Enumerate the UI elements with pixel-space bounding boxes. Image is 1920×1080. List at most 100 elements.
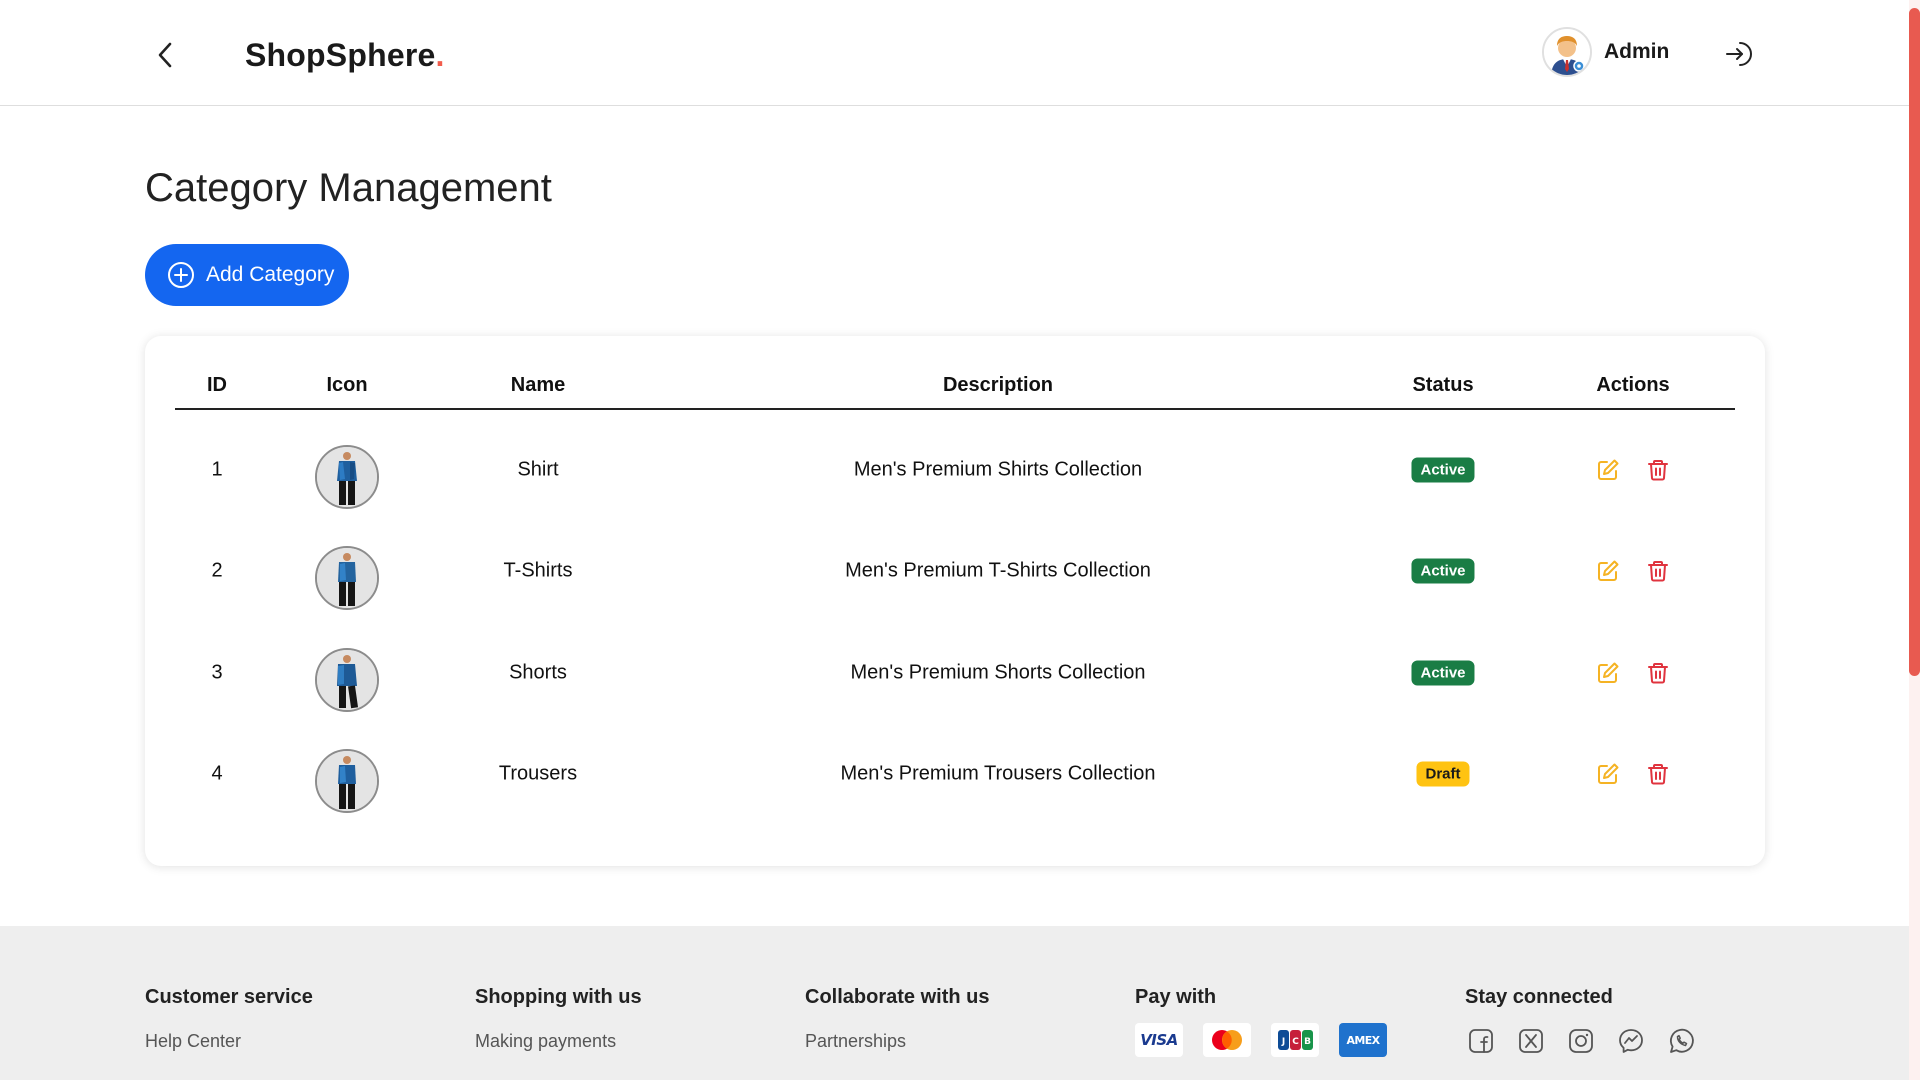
whatsapp-icon[interactable] bbox=[1665, 1025, 1697, 1057]
jcb-card-icon[interactable]: J C B bbox=[1271, 1023, 1319, 1057]
svg-text:J: J bbox=[1281, 1037, 1285, 1047]
status-badge: Draft bbox=[1416, 761, 1470, 787]
amex-label: AMEX bbox=[1346, 1033, 1380, 1047]
edit-icon bbox=[1598, 662, 1619, 683]
edit-icon bbox=[1598, 459, 1619, 480]
jcb-logo: J C B bbox=[1278, 1030, 1313, 1050]
edit-button[interactable] bbox=[1594, 760, 1622, 788]
footer: Customer service Help Center Shopping wi… bbox=[0, 926, 1909, 1080]
add-category-button[interactable]: Add Category bbox=[145, 244, 349, 306]
amex-card-icon[interactable]: AMEX bbox=[1339, 1023, 1387, 1057]
cell-id: 2 bbox=[211, 559, 223, 582]
instagram-icon[interactable] bbox=[1565, 1025, 1597, 1057]
visa-card-icon[interactable]: VISA bbox=[1135, 1023, 1183, 1057]
payment-methods: VISA J C B AMEX bbox=[1135, 1023, 1387, 1057]
cell-id: 4 bbox=[211, 762, 223, 785]
shorts-model-image bbox=[317, 650, 377, 710]
status-badge: Active bbox=[1411, 457, 1475, 483]
plus-circle-icon bbox=[168, 262, 194, 288]
header-actions: Actions bbox=[1596, 374, 1670, 396]
header-icon: Icon bbox=[326, 374, 368, 396]
footer-collaborate: Collaborate with us Partnerships bbox=[805, 986, 989, 1052]
table-row: 2 T-Shirts Men's Premium T-Shirts Collec… bbox=[175, 521, 1735, 621]
edit-button[interactable] bbox=[1594, 557, 1622, 585]
mastercard-logo bbox=[1212, 1030, 1242, 1050]
trousers-model-image bbox=[317, 751, 377, 811]
footer-heading: Collaborate with us bbox=[805, 986, 990, 1008]
top-header: ShopSphere. Admin bbox=[0, 0, 1909, 106]
logout-icon bbox=[1726, 42, 1752, 66]
footer-stay-connected: Stay connected bbox=[1465, 986, 1697, 1057]
chevron-left-icon bbox=[158, 42, 172, 68]
cell-id: 3 bbox=[211, 661, 223, 684]
cell-description: Men's Premium Shorts Collection bbox=[850, 661, 1146, 684]
header-id: ID bbox=[207, 374, 227, 396]
svg-text:C: C bbox=[1292, 1037, 1299, 1047]
header-description: Description bbox=[942, 374, 1054, 396]
cell-description: Men's Premium T-Shirts Collection bbox=[845, 559, 1151, 582]
footer-link-making-payments[interactable]: Making payments bbox=[475, 1031, 642, 1052]
category-image bbox=[315, 648, 379, 712]
brand-name: ShopSphere bbox=[245, 37, 436, 73]
cell-name: Shorts bbox=[509, 661, 567, 684]
user-menu[interactable]: Admin bbox=[1542, 27, 1669, 77]
avatar bbox=[1542, 27, 1592, 77]
category-table-card: ID Icon Name Description Status Actions … bbox=[145, 336, 1765, 866]
edit-icon bbox=[1598, 560, 1619, 581]
scrollbar-thumb[interactable] bbox=[1909, 8, 1920, 676]
footer-link-partnerships[interactable]: Partnerships bbox=[805, 1031, 989, 1052]
messenger-icon[interactable] bbox=[1615, 1025, 1647, 1057]
admin-name: Admin bbox=[1604, 40, 1670, 63]
edit-icon bbox=[1598, 763, 1619, 784]
logout-button[interactable] bbox=[1722, 37, 1756, 71]
delete-button[interactable] bbox=[1644, 456, 1672, 484]
mastercard-icon[interactable] bbox=[1203, 1023, 1251, 1057]
table-row: 4 Trousers Men's Premium Trousers Collec… bbox=[175, 724, 1735, 824]
svg-text:B: B bbox=[1304, 1037, 1311, 1047]
trash-icon bbox=[1648, 561, 1668, 582]
visa-label: VISA bbox=[1140, 1031, 1178, 1049]
status-badge: Active bbox=[1411, 660, 1475, 686]
header-status: Status bbox=[1412, 374, 1474, 396]
cell-description: Men's Premium Trousers Collection bbox=[840, 762, 1156, 785]
page: ShopSphere. Admin Category Management Ad… bbox=[0, 0, 1920, 1080]
footer-heading: Customer service bbox=[145, 986, 313, 1008]
add-category-label: Add Category bbox=[206, 263, 335, 286]
footer-heading: Pay with bbox=[1135, 986, 1217, 1008]
footer-shopping: Shopping with us Making payments bbox=[475, 986, 642, 1052]
delete-button[interactable] bbox=[1644, 557, 1672, 585]
tshirt-model-image bbox=[317, 548, 377, 608]
cell-description: Men's Premium Shirts Collection bbox=[853, 458, 1143, 481]
header-name: Name bbox=[510, 374, 566, 396]
cell-name: Shirt bbox=[517, 458, 559, 481]
shirt-model-image bbox=[317, 447, 377, 507]
footer-heading: Stay connected bbox=[1465, 986, 1613, 1008]
cell-name: T-Shirts bbox=[503, 559, 573, 582]
x-twitter-icon[interactable] bbox=[1515, 1025, 1547, 1057]
table-row: 3 Shorts Men's Premium Shorts Collection… bbox=[175, 623, 1735, 723]
footer-link-help-center[interactable]: Help Center bbox=[145, 1031, 313, 1052]
brand-dot: . bbox=[435, 37, 445, 73]
table-header: ID Icon Name Description Status Actions bbox=[175, 368, 1735, 410]
admin-avatar-icon bbox=[1544, 29, 1590, 75]
delete-button[interactable] bbox=[1644, 760, 1672, 788]
delete-button[interactable] bbox=[1644, 659, 1672, 687]
category-image bbox=[315, 749, 379, 813]
trash-icon bbox=[1648, 663, 1668, 684]
trash-icon bbox=[1648, 460, 1668, 481]
edit-button[interactable] bbox=[1594, 456, 1622, 484]
edit-button[interactable] bbox=[1594, 659, 1622, 687]
footer-customer-service: Customer service Help Center bbox=[145, 986, 313, 1052]
cell-name: Trousers bbox=[498, 762, 578, 785]
footer-heading: Shopping with us bbox=[475, 986, 642, 1008]
table-row: 1 Shirt Men's Premium Shirts Collection … bbox=[175, 420, 1735, 520]
category-image bbox=[315, 546, 379, 610]
brand-logo[interactable]: ShopSphere. bbox=[245, 37, 445, 74]
cell-id: 1 bbox=[211, 458, 223, 481]
page-title: Category Management bbox=[145, 166, 552, 210]
back-button[interactable] bbox=[150, 38, 180, 72]
social-links bbox=[1465, 1025, 1697, 1057]
category-image bbox=[315, 445, 379, 509]
facebook-icon[interactable] bbox=[1465, 1025, 1497, 1057]
trash-icon bbox=[1648, 764, 1668, 785]
